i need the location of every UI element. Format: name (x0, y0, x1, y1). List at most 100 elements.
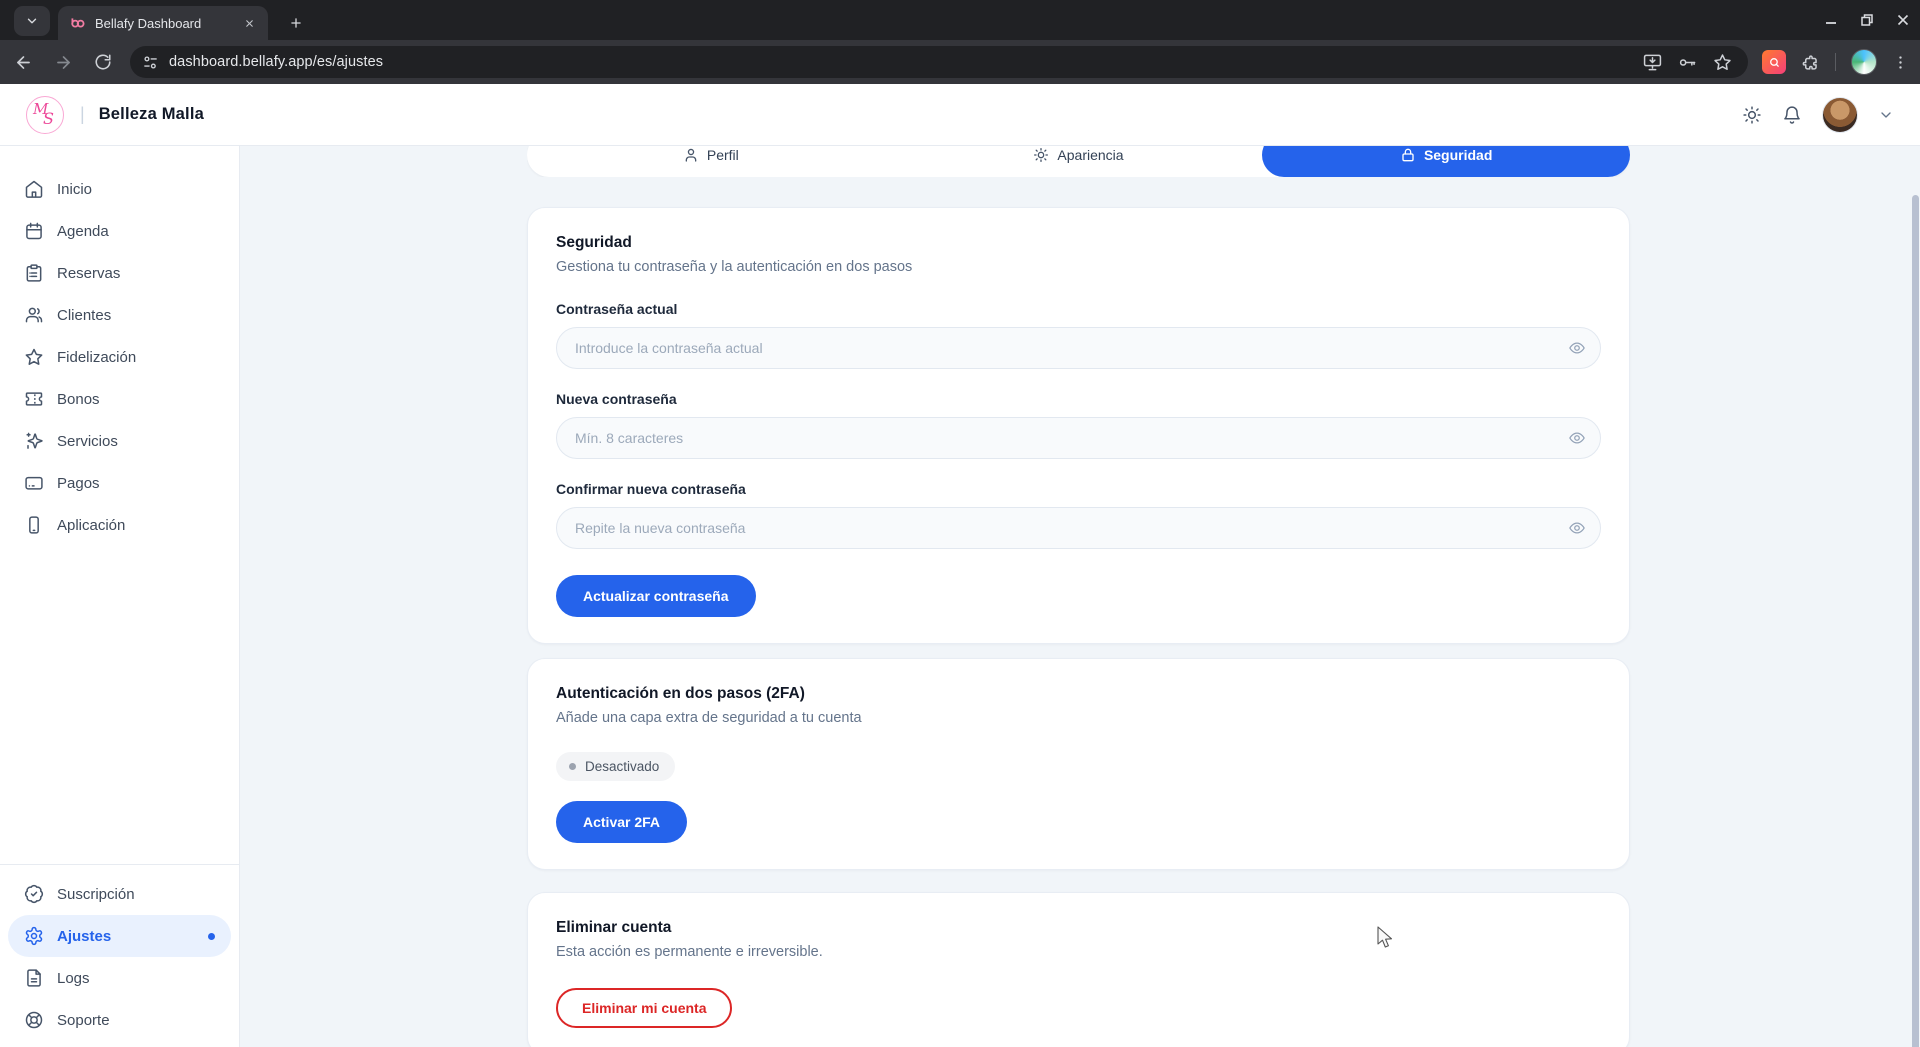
sidebar-item-label: Soporte (57, 1012, 110, 1029)
scrollbar-thumb[interactable] (1912, 195, 1919, 1047)
sidebar-item-clientes[interactable]: Clientes (8, 294, 231, 336)
forward-button[interactable] (46, 45, 80, 79)
sidebar-item-aplicacion[interactable]: Aplicación (8, 504, 231, 546)
current-password-input[interactable] (556, 327, 1601, 369)
lock-icon (1400, 147, 1416, 163)
twofa-status-label: Desactivado (585, 759, 659, 774)
install-app-icon[interactable] (1643, 53, 1662, 72)
sidebar-item-reservas[interactable]: Reservas (8, 252, 231, 294)
sidebar-item-label: Ajustes (57, 928, 111, 945)
tab-apariencia[interactable]: Apariencia (895, 146, 1263, 177)
sidebar-item-label: Agenda (57, 223, 109, 240)
settings-tabs: Perfil Apariencia Seguridad (527, 146, 1630, 177)
back-button[interactable] (6, 45, 40, 79)
toggle-password-visibility-button[interactable] (1568, 339, 1586, 357)
update-password-button[interactable]: Actualizar contraseña (556, 575, 756, 617)
new-password-label: Nueva contraseña (556, 391, 1601, 407)
reload-button[interactable] (86, 45, 120, 79)
tab-label: Seguridad (1424, 147, 1492, 163)
browser-profile-avatar[interactable] (1851, 49, 1877, 75)
ticket-icon (24, 389, 44, 409)
address-bar[interactable]: dashboard.bellafy.app/es/ajustes (130, 46, 1748, 78)
calendar-icon (24, 221, 44, 241)
sidebar-item-inicio[interactable]: Inicio (8, 168, 231, 210)
main-content: Perfil Apariencia Seguridad Seguridad Ge… (240, 146, 1920, 1047)
app-header: M S | Belleza Malla (0, 84, 1920, 146)
tab-search-button[interactable] (14, 6, 50, 36)
toggle-password-visibility-button[interactable] (1568, 519, 1586, 537)
confirm-password-input[interactable] (556, 507, 1601, 549)
file-text-icon (24, 968, 44, 988)
site-settings-icon[interactable] (142, 54, 159, 71)
life-buoy-icon (24, 1010, 44, 1030)
sidebar: Inicio Agenda Reservas Clientes Fideliza… (0, 146, 240, 1047)
sidebar-item-agenda[interactable]: Agenda (8, 210, 231, 252)
extensions-puzzle-icon[interactable] (1801, 53, 1820, 72)
tab-seguridad[interactable]: Seguridad (1262, 146, 1630, 177)
gear-icon (24, 926, 44, 946)
status-dot (569, 763, 576, 770)
activate-2fa-button[interactable]: Activar 2FA (556, 801, 687, 843)
browser-tab[interactable]: Bellafy Dashboard (58, 6, 268, 40)
sidebar-item-pagos[interactable]: Pagos (8, 462, 231, 504)
eye-icon (1568, 339, 1586, 357)
window-minimize-button[interactable] (1824, 13, 1838, 27)
url-text[interactable]: dashboard.bellafy.app/es/ajustes (169, 54, 1643, 70)
badge-check-icon (24, 884, 44, 904)
brand-separator: | (80, 104, 85, 125)
sidebar-item-label: Pagos (57, 475, 100, 492)
star-icon (24, 347, 44, 367)
sparkles-icon (24, 431, 44, 451)
sidebar-item-fidelizacion[interactable]: Fidelización (8, 336, 231, 378)
sidebar-item-label: Servicios (57, 433, 118, 450)
window-restore-button[interactable] (1860, 13, 1874, 27)
sidebar-item-servicios[interactable]: Servicios (8, 420, 231, 462)
sidebar-item-label: Suscripción (57, 886, 135, 903)
browser-tab-strip: Bellafy Dashboard (0, 0, 1920, 40)
tab-perfil[interactable]: Perfil (527, 146, 895, 177)
confirm-password-label: Confirmar nueva contraseña (556, 481, 1601, 497)
new-password-input[interactable] (556, 417, 1601, 459)
users-icon (24, 305, 44, 325)
credit-card-icon (24, 473, 44, 493)
delete-account-button[interactable]: Eliminar mi cuenta (556, 988, 732, 1028)
window-close-button[interactable] (1896, 13, 1910, 27)
extension-orange-icon[interactable] (1762, 50, 1786, 74)
logo-letter-s: S (43, 109, 54, 128)
theme-toggle-sun-icon[interactable] (1742, 105, 1762, 125)
brand-logo[interactable]: M S (26, 96, 64, 134)
delete-account-card: Eliminar cuenta Esta acción es permanent… (527, 892, 1630, 1047)
twofa-card-title: Autenticación en dos pasos (2FA) (556, 685, 1601, 703)
home-icon (24, 179, 44, 199)
sidebar-item-label: Clientes (57, 307, 111, 324)
current-password-label: Contraseña actual (556, 301, 1601, 317)
sidebar-item-logs[interactable]: Logs (8, 957, 231, 999)
toolbar-separator (1835, 53, 1836, 71)
sidebar-item-label: Inicio (57, 181, 92, 198)
user-avatar[interactable] (1822, 97, 1858, 133)
new-tab-button[interactable] (282, 9, 310, 37)
plus-icon (289, 16, 303, 30)
security-card-subtitle: Gestiona tu contraseña y la autenticació… (556, 259, 1601, 275)
delete-card-subtitle: Esta acción es permanente e irreversible… (556, 944, 1601, 960)
sidebar-item-label: Aplicación (57, 517, 125, 534)
business-name: Belleza Malla (99, 105, 204, 124)
toggle-password-visibility-button[interactable] (1568, 429, 1586, 447)
notifications-bell-icon[interactable] (1782, 105, 1802, 125)
sidebar-item-soporte[interactable]: Soporte (8, 999, 231, 1041)
tab-close-icon[interactable] (240, 14, 258, 32)
bookmark-star-icon[interactable] (1713, 53, 1732, 72)
password-key-icon[interactable] (1678, 53, 1697, 72)
browser-toolbar: dashboard.bellafy.app/es/ajustes (0, 40, 1920, 84)
tab-favicon (70, 15, 86, 31)
security-card-title: Seguridad (556, 234, 1601, 252)
security-card: Seguridad Gestiona tu contraseña y la au… (527, 207, 1630, 644)
twofa-status-badge: Desactivado (556, 752, 675, 781)
sidebar-item-suscripcion[interactable]: Suscripción (8, 873, 231, 915)
sidebar-item-label: Bonos (57, 391, 100, 408)
profile-chevron-down-icon[interactable] (1878, 107, 1894, 123)
browser-menu-icon[interactable] (1892, 54, 1909, 71)
tab-title: Bellafy Dashboard (95, 16, 231, 31)
sidebar-item-ajustes[interactable]: Ajustes (8, 915, 231, 957)
sidebar-item-bonos[interactable]: Bonos (8, 378, 231, 420)
